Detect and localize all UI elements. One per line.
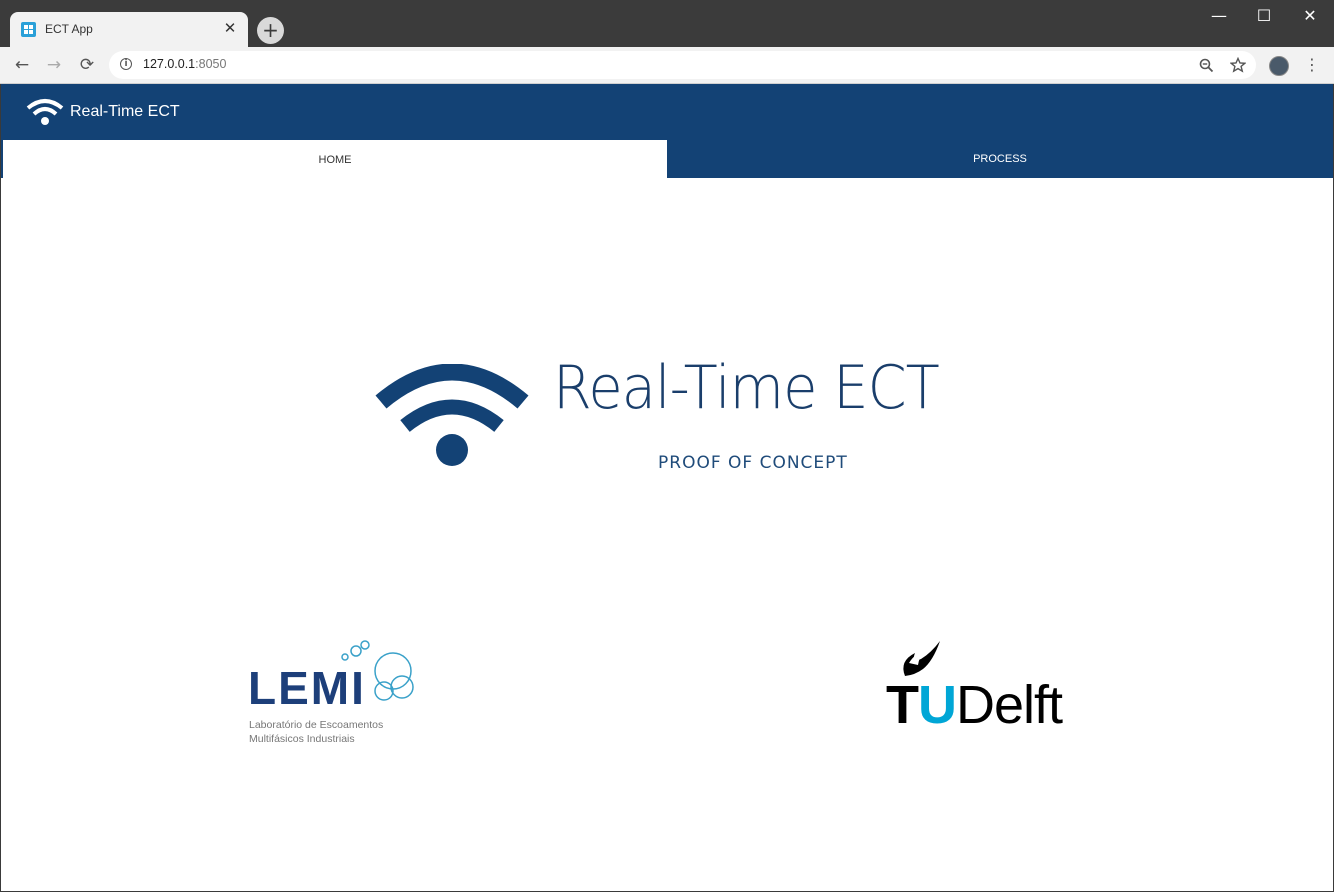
browser-tab[interactable]: ECT App ✕ (10, 12, 248, 47)
star-icon[interactable] (1230, 57, 1246, 73)
tud-delft: Delft (956, 675, 1063, 735)
url-host: 127.0.0.1 (143, 57, 196, 71)
address-bar[interactable]: i 127.0.0.1:8050 (109, 51, 1256, 79)
app-page: Real-Time ECT HOME PROCESS Real-Time ECT… (1, 84, 1333, 891)
profile-avatar[interactable] (1269, 56, 1289, 76)
url-text[interactable]: 127.0.0.1:8050 (143, 57, 226, 71)
tudelft-wordmark: TUDelft (886, 675, 1063, 735)
new-tab-button[interactable]: + (257, 17, 284, 44)
reload-icon[interactable]: ⟳ (76, 54, 98, 76)
tud-t: T (886, 675, 919, 735)
tab-title: ECT App (45, 22, 93, 36)
tab-process[interactable]: PROCESS (667, 140, 1333, 178)
close-tab-icon[interactable]: ✕ (221, 19, 239, 37)
maximize-button[interactable]: ☐ (1241, 6, 1287, 28)
hero-subtitle: PROOF OF CONCEPT (658, 453, 848, 473)
menu-icon[interactable]: ⋮ (1304, 54, 1320, 76)
close-window-button[interactable]: ✕ (1287, 6, 1333, 28)
lemi-subtitle-line2: Multifásicos Industriais (249, 733, 355, 745)
lemi-subtitle-line1: Laboratório de Escoamentos (249, 719, 384, 731)
hero-title: Real-Time ECT (553, 353, 940, 423)
app-favicon-icon (21, 22, 36, 37)
wifi-logo-icon (375, 364, 529, 466)
minimize-button[interactable]: — (1196, 6, 1242, 28)
info-icon[interactable]: i (120, 58, 132, 70)
app-header: Real-Time ECT (1, 84, 1333, 140)
tab-home[interactable]: HOME (3, 140, 667, 178)
title-bar: ECT App ✕ + — ☐ ✕ (0, 0, 1334, 47)
app-title: Real-Time ECT (70, 103, 180, 120)
lemi-subtitle: Laboratório de Escoamentos Multifásicos … (249, 718, 383, 746)
app-tabs: HOME PROCESS (1, 140, 1333, 178)
wifi-icon (26, 99, 64, 125)
browser-window: ECT App ✕ + — ☐ ✕ ← → ⟳ i 127.0.0.1:8050… (0, 0, 1334, 892)
zoom-icon[interactable] (1199, 58, 1214, 73)
url-port: :8050 (195, 57, 227, 71)
back-icon[interactable]: ← (11, 54, 33, 76)
lemi-wordmark: LEMI (248, 662, 366, 714)
tud-u: U (918, 675, 957, 735)
forward-icon[interactable]: → (43, 54, 65, 76)
browser-toolbar: ← → ⟳ i 127.0.0.1:8050 ⋮ (0, 47, 1334, 84)
